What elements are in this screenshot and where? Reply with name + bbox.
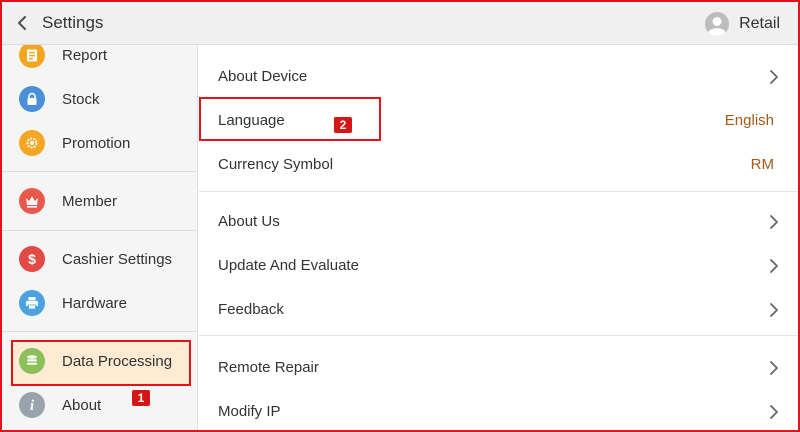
sidebar-item-report[interactable]: Report (2, 45, 197, 77)
chevron-left-icon (17, 15, 27, 31)
content-divider (199, 191, 798, 192)
page-title: Settings (42, 13, 104, 32)
sidebar-divider (2, 171, 197, 172)
row-label: Feedback (218, 300, 284, 318)
row-currency-symbol[interactable]: Currency Symbol RM (199, 142, 798, 186)
sidebar-item-label: Cashier Settings (62, 250, 173, 268)
chevron-right-icon (770, 303, 778, 317)
language-value: English (724, 111, 774, 129)
sidebar-item-label: Report (62, 46, 108, 64)
row-label: Modify IP (218, 402, 281, 420)
annotation-badge-1: 1 (131, 389, 151, 407)
row-label: About Us (218, 212, 280, 230)
sidebar-item-label: Hardware (62, 294, 128, 312)
row-label: Currency Symbol (218, 155, 334, 173)
sidebar-item-member[interactable]: Member (2, 179, 197, 223)
sidebar-item-stock[interactable]: Stock (2, 77, 197, 121)
user-label: Retail (739, 14, 780, 32)
row-about-device[interactable]: About Device (199, 54, 798, 98)
row-label: About Device (218, 67, 308, 85)
row-remote-repair[interactable]: Remote Repair (199, 345, 798, 389)
sidebar-item-data-processing[interactable]: Data Processing (2, 339, 197, 383)
sidebar-divider (2, 230, 197, 231)
content-divider (199, 335, 798, 336)
info-icon: i (19, 392, 45, 418)
row-label: Remote Repair (218, 358, 319, 376)
back-button[interactable] (2, 2, 42, 45)
database-icon (19, 348, 45, 374)
row-update-and-evaluate[interactable]: Update And Evaluate (199, 243, 798, 287)
row-about-us[interactable]: About Us (199, 199, 798, 243)
row-label: Update And Evaluate (218, 256, 359, 274)
dollar-icon: $ (19, 246, 45, 272)
sidebar-divider (2, 331, 197, 332)
user-avatar-icon (705, 11, 730, 36)
settings-window: Settings Retail Report Stock Promotion M… (0, 0, 800, 432)
annotation-badge-2: 2 (333, 116, 353, 134)
sidebar-item-label: Promotion (62, 134, 131, 152)
chevron-right-icon (770, 215, 778, 229)
sidebar-item-promotion[interactable]: Promotion (2, 121, 197, 165)
chevron-right-icon (770, 405, 778, 419)
currency-value: RM (750, 155, 774, 173)
row-modify-ip[interactable]: Modify IP (199, 389, 798, 430)
sidebar-item-label: Stock (62, 90, 100, 108)
lock-icon (19, 86, 45, 112)
header-bar: Settings Retail (2, 2, 798, 45)
svg-text:i: i (30, 398, 35, 413)
sidebar-item-hardware[interactable]: Hardware (2, 281, 197, 325)
report-icon (19, 45, 45, 68)
sidebar-item-label: Data Processing (62, 352, 173, 370)
row-feedback[interactable]: Feedback (199, 287, 798, 331)
sidebar: Report Stock Promotion Member $ Cashier … (2, 45, 198, 430)
user-menu[interactable]: Retail (705, 2, 780, 45)
sidebar-item-label: About (62, 396, 102, 414)
language-highlight (199, 97, 381, 141)
chevron-right-icon (770, 259, 778, 273)
svg-text:$: $ (28, 251, 36, 267)
chevron-right-icon (770, 70, 778, 84)
chevron-right-icon (770, 361, 778, 375)
sidebar-item-label: Member (62, 192, 118, 210)
crown-icon (19, 188, 45, 214)
sidebar-item-about[interactable]: i About (2, 383, 197, 427)
printer-icon (19, 290, 45, 316)
gear-icon (19, 130, 45, 156)
sidebar-item-cashier-settings[interactable]: $ Cashier Settings (2, 237, 197, 281)
